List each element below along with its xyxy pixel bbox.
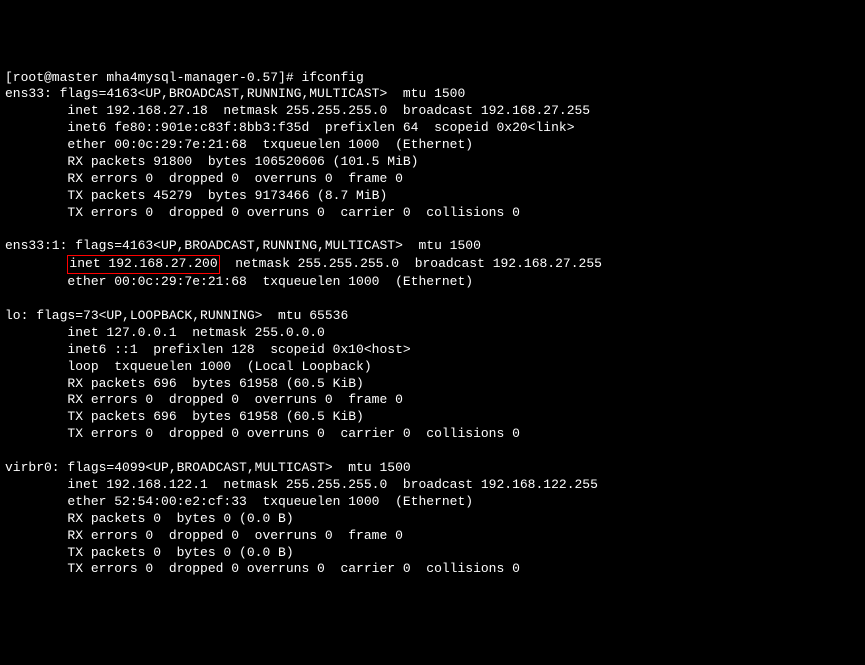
virbr0-header: virbr0: flags=4099<UP,BROADCAST,MULTICAS…: [5, 460, 411, 475]
virbr0-inet: inet 192.168.122.1 netmask 255.255.255.0…: [5, 477, 598, 492]
ens33-inet: inet 192.168.27.18 netmask 255.255.255.0…: [5, 103, 590, 118]
lo-inet6: inet6 ::1 prefixlen 128 scopeid 0x10<hos…: [5, 342, 411, 357]
ens33-1-inet-prefix: [5, 256, 67, 271]
ens33-rx-errors: RX errors 0 dropped 0 overruns 0 frame 0: [5, 171, 403, 186]
virbr0-ether: ether 52:54:00:e2:cf:33 txqueuelen 1000 …: [5, 494, 473, 509]
ens33-1-ether: ether 00:0c:29:7e:21:68 txqueuelen 1000 …: [5, 274, 473, 289]
lo-header: lo: flags=73<UP,LOOPBACK,RUNNING> mtu 65…: [5, 308, 348, 323]
ens33-1-header: ens33:1: flags=4163<UP,BROADCAST,RUNNING…: [5, 238, 481, 253]
highlighted-ip: inet 192.168.27.200: [67, 255, 219, 274]
ens33-ether: ether 00:0c:29:7e:21:68 txqueuelen 1000 …: [5, 137, 473, 152]
lo-inet: inet 127.0.0.1 netmask 255.0.0.0: [5, 325, 325, 340]
lo-rx-errors: RX errors 0 dropped 0 overruns 0 frame 0: [5, 392, 403, 407]
prompt-line[interactable]: [root@master mha4mysql-manager-0.57]# if…: [5, 70, 364, 85]
lo-tx-errors: TX errors 0 dropped 0 overruns 0 carrier…: [5, 426, 520, 441]
ens33-header: ens33: flags=4163<UP,BROADCAST,RUNNING,M…: [5, 86, 465, 101]
lo-rx-packets: RX packets 696 bytes 61958 (60.5 KiB): [5, 376, 364, 391]
virbr0-rx-errors: RX errors 0 dropped 0 overruns 0 frame 0: [5, 528, 403, 543]
ens33-rx-packets: RX packets 91800 bytes 106520606 (101.5 …: [5, 154, 418, 169]
virbr0-rx-packets: RX packets 0 bytes 0 (0.0 B): [5, 511, 294, 526]
lo-loop: loop txqueuelen 1000 (Local Loopback): [5, 359, 372, 374]
virbr0-tx-errors: TX errors 0 dropped 0 overruns 0 carrier…: [5, 561, 520, 576]
ens33-tx-packets: TX packets 45279 bytes 9173466 (8.7 MiB): [5, 188, 387, 203]
terminal-output: [root@master mha4mysql-manager-0.57]# if…: [5, 70, 860, 579]
virbr0-tx-packets: TX packets 0 bytes 0 (0.0 B): [5, 545, 294, 560]
lo-tx-packets: TX packets 696 bytes 61958 (60.5 KiB): [5, 409, 364, 424]
ens33-inet6: inet6 fe80::901e:c83f:8bb3:f35d prefixle…: [5, 120, 575, 135]
ens33-1-inet-suffix: netmask 255.255.255.0 broadcast 192.168.…: [220, 256, 602, 271]
ens33-tx-errors: TX errors 0 dropped 0 overruns 0 carrier…: [5, 205, 520, 220]
